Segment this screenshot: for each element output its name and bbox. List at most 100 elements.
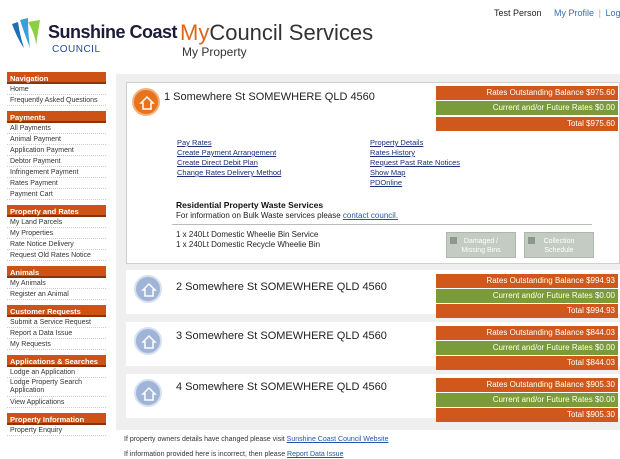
section-divider	[172, 224, 592, 225]
sidebar-item-property-enquiry[interactable]: Property Enquiry	[7, 425, 106, 436]
app-title: MyCouncil Services	[180, 20, 373, 46]
nav-section-payments: Payments All Payments Animal Payment App…	[7, 111, 106, 200]
nav-section-property-rates: Property and Rates My Land Parcels My Pr…	[7, 205, 106, 261]
property-address[interactable]: 4 Somewhere St SOMEWHERE QLD 4560	[176, 381, 387, 393]
sidebar-item-my-animals[interactable]: My Animals	[7, 278, 106, 289]
logo-org-sub: COUNCIL	[52, 44, 101, 55]
sidebar-item-request-old-rates[interactable]: Request Old Rates Notice	[7, 250, 106, 261]
sidebar-item-lodge-property-search[interactable]: Lodge Property Search Application	[7, 378, 106, 397]
sidebar-item-home[interactable]: Home	[7, 84, 106, 95]
footer-note-text: If property owners details have changed …	[124, 436, 285, 443]
bin-icon	[450, 237, 457, 244]
user-name: Test Person	[494, 8, 542, 18]
logo-org-name: Sunshine Coast	[48, 22, 178, 42]
app-title-rest: Council Services	[209, 20, 374, 45]
sidebar-item-rates-payment[interactable]: Rates Payment	[7, 178, 106, 189]
pay-rates-link[interactable]: Pay Rates	[177, 138, 281, 148]
current-future-rates: Current and/or Future Rates $0.00	[436, 341, 618, 355]
council-logo[interactable]: Sunshine Coast COUNCIL	[8, 14, 178, 56]
nav-section-title: Property Information	[7, 413, 106, 425]
sunshine-coast-logo-icon	[12, 18, 40, 48]
footer-note-incorrect-info: If information provided here is incorrec…	[124, 451, 343, 458]
nav-section-customer-requests: Customer Requests Submit a Service Reque…	[7, 305, 106, 350]
current-future-rates: Current and/or Future Rates $0.00	[436, 101, 618, 115]
bin-item: 1 x 240Lt Domestic Wheelie Bin Service	[176, 230, 319, 239]
nav-section-property-info: Property Information Property Enquiry	[7, 413, 106, 436]
request-past-notices-link[interactable]: Request Past Rate Notices	[370, 158, 460, 168]
collection-schedule-button[interactable]: Collection Schedule	[524, 232, 594, 258]
nav-section-title: Customer Requests	[7, 305, 106, 317]
damaged-missing-bins-button[interactable]: Damaged / Missing Bins	[446, 232, 516, 258]
user-bar-separator: |	[598, 8, 601, 18]
sidebar-item-view-applications[interactable]: View Applications	[7, 397, 106, 408]
calendar-icon	[528, 237, 535, 244]
pdonline-link[interactable]: PDOnline	[370, 178, 460, 188]
total-balance: Total $994.93	[436, 304, 618, 318]
my-profile-link[interactable]: My Profile	[554, 8, 594, 18]
rates-outstanding-balance: Rates Outstanding Balance $844.03	[436, 326, 618, 340]
sidebar-item-register-animal[interactable]: Register an Animal	[7, 289, 106, 300]
collection-label-2: Schedule	[544, 247, 574, 254]
current-future-rates: Current and/or Future Rates $0.00	[436, 393, 618, 407]
sidebar-item-lodge-application[interactable]: Lodge an Application	[7, 367, 106, 378]
nav-section-title: Applications & Searches	[7, 355, 106, 367]
waste-services-text: For information on Bulk Waste services p…	[176, 211, 398, 220]
change-delivery-method-link[interactable]: Change Rates Delivery Method	[177, 168, 281, 178]
sidebar-item-my-requests[interactable]: My Requests	[7, 339, 106, 350]
waste-info-text: For information on Bulk Waste services p…	[176, 211, 341, 220]
bin-list: 1 x 240Lt Domestic Wheelie Bin Service 1…	[176, 230, 320, 250]
sidebar-item-faq[interactable]: Frequently Asked Questions	[7, 95, 106, 106]
rates-outstanding-balance: Rates Outstanding Balance $994.93	[436, 274, 618, 288]
rates-history-link[interactable]: Rates History	[370, 148, 460, 158]
nav-section-title: Payments	[7, 111, 106, 123]
damaged-label-2: Missing Bins	[461, 247, 501, 254]
nav-section-applications: Applications & Searches Lodge an Applica…	[7, 355, 106, 408]
sidebar-item-infringement-payment[interactable]: Infringement Payment	[7, 167, 106, 178]
nav-section-navigation: Navigation Home Frequently Asked Questio…	[7, 72, 106, 106]
sidebar-item-rate-notice-delivery[interactable]: Rate Notice Delivery	[7, 239, 106, 250]
sidebar-item-all-payments[interactable]: All Payments	[7, 123, 106, 134]
nav-section-title: Property and Rates	[7, 205, 106, 217]
damaged-label-1: Damaged /	[463, 238, 499, 245]
nav-section-title: Animals	[7, 266, 106, 278]
current-future-rates: Current and/or Future Rates $0.00	[436, 289, 618, 303]
total-balance: Total $905.30	[436, 408, 618, 422]
sidebar-item-submit-request[interactable]: Submit a Service Request	[7, 317, 106, 328]
house-icon	[134, 379, 162, 407]
property-address[interactable]: 3 Somewhere St SOMEWHERE QLD 4560	[176, 330, 387, 342]
bin-item: 1 x 240Lt Domestic Recycle Wheelie Bin	[176, 240, 321, 249]
sidebar-item-my-properties[interactable]: My Properties	[7, 228, 106, 239]
property-address[interactable]: 1 Somewhere St SOMEWHERE QLD 4560	[164, 91, 375, 103]
footer-note-text: If information provided here is incorrec…	[124, 451, 286, 458]
nav-section-animals: Animals My Animals Register an Animal	[7, 266, 106, 300]
sidebar-item-debtor-payment[interactable]: Debtor Payment	[7, 156, 106, 167]
property-actions-left: Pay Rates Create Payment Arrangement Cre…	[177, 138, 281, 178]
logout-link[interactable]: Log out	[605, 8, 620, 18]
sidebar-item-payment-cart[interactable]: Payment Cart	[7, 189, 106, 200]
sidebar-item-animal-payment[interactable]: Animal Payment	[7, 134, 106, 145]
house-icon	[132, 88, 160, 116]
create-payment-arrangement-link[interactable]: Create Payment Arrangement	[177, 148, 281, 158]
app-title-prefix: My	[180, 20, 210, 45]
property-details-link[interactable]: Property Details	[370, 138, 460, 148]
property-actions-right: Property Details Rates History Request P…	[370, 138, 460, 188]
contact-council-link[interactable]: contact council.	[343, 211, 398, 220]
council-website-link[interactable]: Sunshine Coast Council Website	[287, 436, 389, 443]
sidebar-item-land-parcels[interactable]: My Land Parcels	[7, 217, 106, 228]
house-icon	[134, 275, 162, 303]
show-map-link[interactable]: Show Map	[370, 168, 460, 178]
user-bar: Test Person My Profile | Log out	[494, 8, 620, 18]
sidebar-item-application-payment[interactable]: Application Payment	[7, 145, 106, 156]
collection-label-1: Collection	[543, 238, 575, 245]
page-subtitle: My Property	[182, 45, 247, 59]
rates-outstanding-balance: Rates Outstanding Balance $975.60	[436, 86, 618, 100]
page-header: Sunshine Coast COUNCIL MyCouncil Service…	[0, 0, 620, 68]
sidebar-item-report-data-issue[interactable]: Report a Data Issue	[7, 328, 106, 339]
nav-section-title: Navigation	[7, 72, 106, 84]
create-direct-debit-link[interactable]: Create Direct Debit Plan	[177, 158, 281, 168]
total-balance: Total $844.03	[436, 356, 618, 370]
report-data-issue-link[interactable]: Report Data Issue	[287, 451, 343, 458]
property-address[interactable]: 2 Somewhere St SOMEWHERE QLD 4560	[176, 281, 387, 293]
total-balance: Total $975.60	[436, 117, 618, 131]
house-icon	[134, 327, 162, 355]
